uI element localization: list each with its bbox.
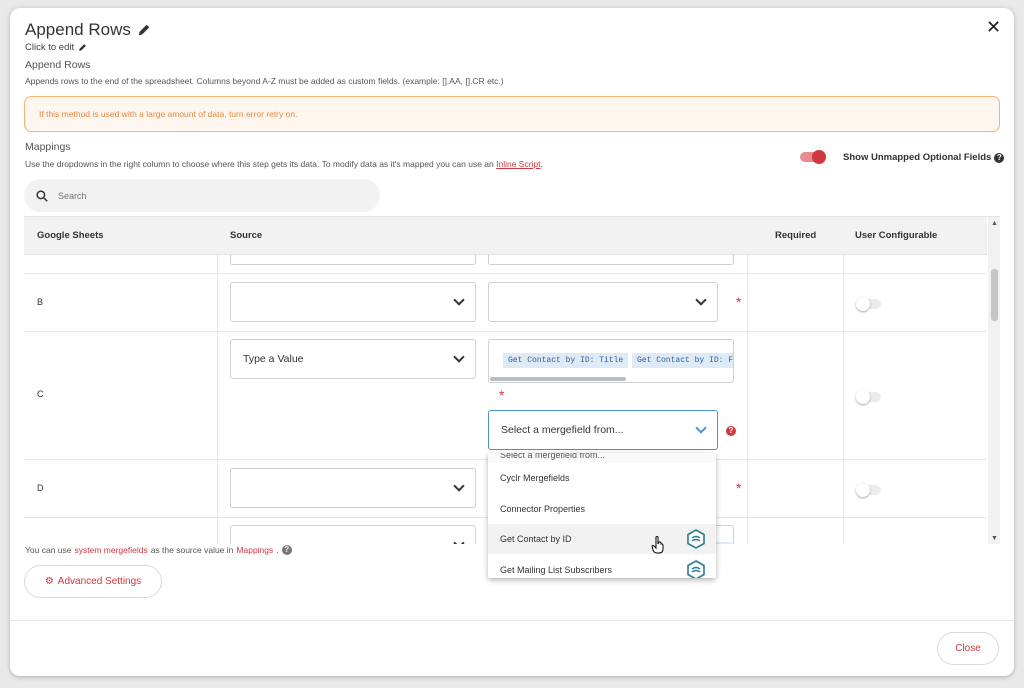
user-config-toggle-c[interactable] bbox=[856, 390, 881, 404]
field-label-b: B bbox=[37, 297, 44, 307]
dropdown-item-connector-properties[interactable]: Connector Properties bbox=[488, 494, 716, 524]
mergefield-note: You can use system mergefields as the so… bbox=[25, 545, 292, 555]
search-box[interactable] bbox=[24, 179, 380, 212]
scroll-down-arrow[interactable]: ▼ bbox=[991, 535, 998, 542]
mappings-description: Use the dropdowns in the right column to… bbox=[25, 159, 543, 169]
source-select-c[interactable]: Type a Value bbox=[230, 339, 476, 379]
click-to-edit[interactable]: Click to edit bbox=[25, 42, 87, 53]
advanced-settings-button[interactable]: ⚙ Advanced Settings bbox=[24, 565, 162, 598]
show-unmapped-label: Show Unmapped Optional Fields ? bbox=[843, 152, 1005, 163]
connector-hex-icon bbox=[687, 560, 705, 578]
dropdown-item-cyclr-mergefields[interactable]: Cyclr Mergefields bbox=[488, 463, 716, 493]
mergefield-select[interactable]: Select a mergefield from... bbox=[488, 410, 718, 450]
click-to-edit-label: Click to edit bbox=[25, 42, 75, 53]
show-unmapped-toggle[interactable] bbox=[800, 150, 826, 164]
vertical-scrollbar[interactable]: ▲ ▼ bbox=[988, 217, 1000, 544]
mergefield-tag[interactable]: Get Contact by ID: Fi bbox=[632, 353, 733, 368]
value-select-b[interactable] bbox=[488, 282, 718, 322]
toggle-knob bbox=[856, 483, 870, 497]
method-description: Appends rows to the end of the spreadshe… bbox=[25, 76, 504, 86]
dropdown-item-get-contact-by-id[interactable]: Get Contact by ID bbox=[488, 524, 716, 554]
column-divider bbox=[843, 217, 844, 544]
system-mergefields-link[interactable]: system mergefields bbox=[74, 545, 147, 555]
chevron-down-icon bbox=[695, 421, 707, 434]
footer-divider bbox=[10, 620, 1014, 621]
source-select-e[interactable] bbox=[230, 525, 476, 544]
toggle-knob bbox=[856, 297, 870, 311]
method-name: Append Rows bbox=[25, 59, 91, 71]
row-divider bbox=[24, 331, 987, 332]
column-header: Source bbox=[230, 230, 263, 241]
step-title[interactable]: Append Rows bbox=[25, 20, 151, 40]
modal-dialog: Append Rows ✕ Click to edit Append Rows … bbox=[10, 8, 1014, 676]
column-divider bbox=[217, 217, 218, 544]
connector-hex-icon bbox=[687, 529, 705, 549]
help-icon[interactable]: ? bbox=[281, 545, 292, 555]
dropdown-item-label: Connector Properties bbox=[500, 504, 586, 514]
source-select[interactable] bbox=[230, 255, 476, 265]
search-icon bbox=[36, 189, 48, 202]
help-icon[interactable]: ? bbox=[726, 426, 736, 436]
table-header: Google Sheets Source Required User Confi… bbox=[24, 217, 987, 255]
chevron-down-icon bbox=[453, 350, 465, 363]
show-unmapped-text: Show Unmapped Optional Fields bbox=[843, 152, 992, 163]
advanced-settings-label: Advanced Settings bbox=[57, 576, 142, 587]
mappings-description-end: . bbox=[540, 159, 543, 169]
value-select[interactable] bbox=[488, 255, 734, 265]
column-header: Google Sheets bbox=[37, 230, 104, 241]
toggle-knob bbox=[856, 390, 870, 404]
source-select-value: Type a Value bbox=[243, 353, 304, 365]
mergefield-dropdown-menu: Select a mergefield from... Cyclr Mergef… bbox=[488, 453, 716, 578]
hand-cursor-icon bbox=[651, 536, 664, 554]
warning-banner: If this method is used with a large amou… bbox=[24, 96, 1000, 132]
column-header: User Configurable bbox=[855, 230, 938, 241]
scrollbar-thumb[interactable] bbox=[991, 269, 998, 321]
mappings-title: Mappings bbox=[25, 141, 71, 153]
close-icon[interactable]: ✕ bbox=[986, 18, 1001, 36]
mappings-description-text: Use the dropdowns in the right column to… bbox=[25, 159, 497, 169]
source-select-b[interactable] bbox=[230, 282, 476, 322]
required-asterisk: * bbox=[499, 387, 505, 403]
horizontal-scrollbar[interactable] bbox=[490, 377, 626, 381]
step-title-text: Append Rows bbox=[25, 20, 131, 39]
mappings-link[interactable]: Mappings bbox=[236, 545, 273, 555]
note-text: as the source value in bbox=[150, 545, 234, 555]
mergefield-tag[interactable]: Get Contact by ID: Title bbox=[503, 353, 629, 368]
source-select-d[interactable] bbox=[230, 468, 476, 508]
user-config-toggle-d[interactable] bbox=[856, 483, 881, 497]
pencil-icon[interactable] bbox=[137, 23, 151, 37]
chevron-down-icon bbox=[453, 536, 465, 544]
scroll-up-arrow[interactable]: ▲ bbox=[991, 220, 998, 227]
gear-icon: ⚙ bbox=[44, 576, 54, 587]
chevron-down-icon bbox=[453, 479, 465, 492]
field-label-c: C bbox=[37, 389, 44, 399]
toggle-knob bbox=[812, 150, 826, 164]
required-asterisk: * bbox=[736, 480, 742, 496]
mergefield-tag-input[interactable]: Get Contact by ID: Title Get Contact by … bbox=[488, 339, 734, 383]
note-text: . bbox=[276, 545, 279, 555]
required-asterisk: * bbox=[736, 294, 742, 310]
dropdown-item-label: Get Contact by ID bbox=[500, 534, 572, 544]
column-divider bbox=[747, 217, 748, 544]
dropdown-item-get-mailing-list-subscribers[interactable]: Get Mailing List Subscribers bbox=[488, 555, 716, 578]
help-icon[interactable]: ? bbox=[994, 152, 1005, 163]
search-input[interactable] bbox=[58, 190, 338, 201]
dropdown-item-label: Get Mailing List Subscribers bbox=[500, 565, 613, 575]
note-text: You can use bbox=[25, 545, 72, 555]
field-label-d: D bbox=[37, 483, 44, 493]
mergefield-select-placeholder: Select a mergefield from... bbox=[501, 424, 624, 436]
inline-script-link[interactable]: Inline Script bbox=[496, 159, 540, 169]
user-config-toggle-b[interactable] bbox=[856, 297, 881, 311]
chevron-down-icon bbox=[695, 293, 707, 306]
chevron-down-icon bbox=[453, 293, 465, 306]
pencil-icon bbox=[79, 44, 86, 51]
close-button[interactable]: Close bbox=[937, 632, 999, 665]
dropdown-item[interactable]: Select a mergefield from... bbox=[488, 453, 716, 463]
row-divider bbox=[24, 273, 987, 274]
dropdown-item-label: Cyclr Mergefields bbox=[500, 473, 570, 483]
column-header: Required bbox=[775, 230, 817, 241]
